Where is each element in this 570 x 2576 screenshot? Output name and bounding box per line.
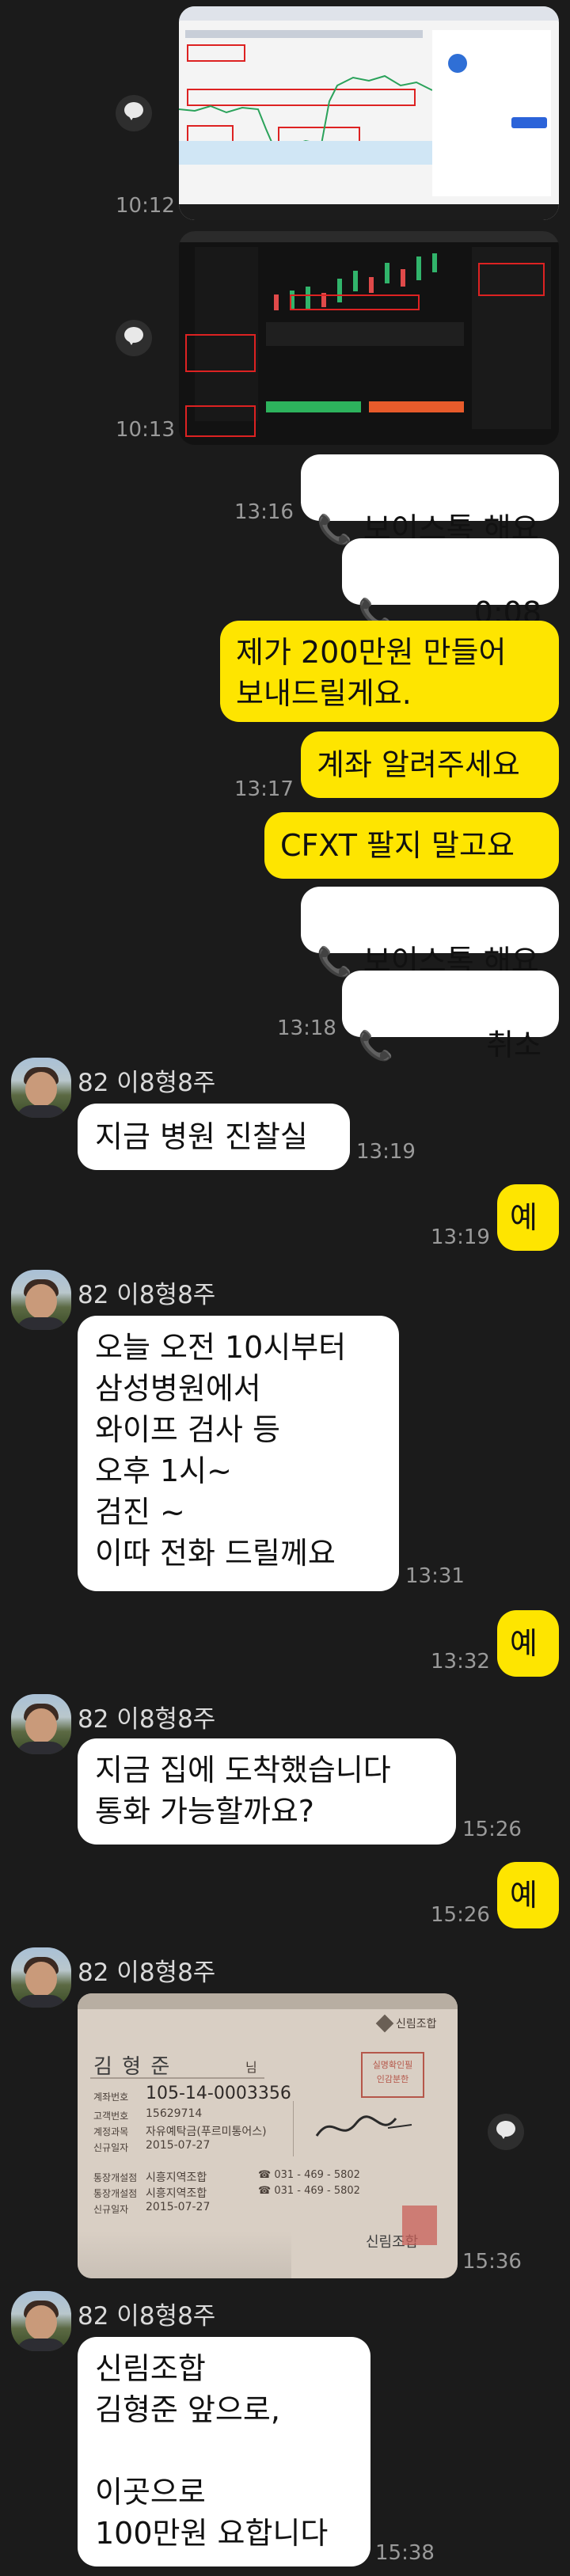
cancelled-call-bubble[interactable]: 📞 취소 — [342, 971, 559, 1062]
sender-name: 82 이8형8주 — [78, 1281, 216, 1309]
share-icon[interactable] — [116, 95, 152, 131]
timestamp: 13:19 — [356, 1140, 416, 1164]
their-message: 신림조합 김형준 앞으로, 이곳으로 100만원 요합니다 — [78, 2337, 370, 2567]
voice-call-bubble[interactable]: 📞 보이스톡 해요 — [301, 887, 559, 978]
my-message: CFXT 팔지 말고요 — [264, 812, 559, 879]
stock-screenshot-1[interactable] — [179, 6, 559, 220]
their-message: 오늘 오전 10시부터 삼성병원에서 와이프 검사 등 오후 1시~ 검진 ~ … — [78, 1316, 399, 1591]
bank-logo-icon — [375, 2014, 394, 2033]
timestamp: 13:19 — [431, 1225, 490, 1249]
voice-call-bubble[interactable]: 📞 보이스톡 해요 — [301, 454, 559, 546]
share-icon[interactable] — [488, 2114, 524, 2150]
sender-name: 82 이8형8주 — [78, 1069, 216, 1097]
my-message: 예 — [497, 1184, 559, 1251]
my-message: 예 — [497, 1862, 559, 1928]
sender-name: 82 이8형8주 — [78, 2302, 216, 2331]
timestamp: 13:31 — [405, 1564, 465, 1588]
timestamp: 13:16 — [234, 500, 294, 524]
my-message: 예 — [497, 1610, 559, 1677]
timestamp: 15:38 — [375, 2541, 435, 2565]
sender-name: 82 이8형8주 — [78, 1705, 216, 1734]
their-message: 지금 집에 도착했습니다 통화 가능할까요? — [78, 1738, 456, 1845]
call-duration-bubble[interactable]: 📞 0:08 — [342, 538, 559, 630]
timestamp: 13:18 — [277, 1016, 336, 1040]
timestamp: 15:26 — [462, 1818, 522, 1841]
stock-screenshot-2[interactable] — [179, 231, 559, 445]
passbook-photo[interactable]: 신림조합 김 형 준 님 계좌번호 105-14-0003356 고객번호 15… — [78, 1993, 458, 2278]
sender-name: 82 이8형8주 — [78, 1959, 216, 1987]
seal-stamp — [402, 2206, 437, 2245]
avatar[interactable] — [11, 1947, 71, 2008]
avatar[interactable] — [11, 2291, 71, 2351]
timestamp: 13:17 — [234, 777, 294, 801]
timestamp: 10:12 — [116, 194, 175, 218]
timestamp: 15:36 — [462, 2250, 522, 2274]
timestamp: 15:26 — [431, 1903, 490, 1927]
timestamp: 10:13 — [116, 418, 175, 442]
their-message: 지금 병원 진찰실 — [78, 1104, 350, 1170]
my-message: 제가 200만원 만들어 보내드릴게요. — [220, 621, 559, 722]
missed-call-icon: 📞 — [358, 1030, 393, 1062]
share-icon[interactable] — [116, 320, 152, 356]
verification-stamp: 실명확인필 인감분한 — [361, 2052, 424, 2098]
my-message: 계좌 알려주세요 — [301, 731, 559, 798]
signature-icon — [315, 2115, 412, 2137]
avatar[interactable] — [11, 1058, 71, 1118]
avatar[interactable] — [11, 1694, 71, 1754]
avatar[interactable] — [11, 1270, 71, 1330]
timestamp: 13:32 — [431, 1650, 490, 1674]
